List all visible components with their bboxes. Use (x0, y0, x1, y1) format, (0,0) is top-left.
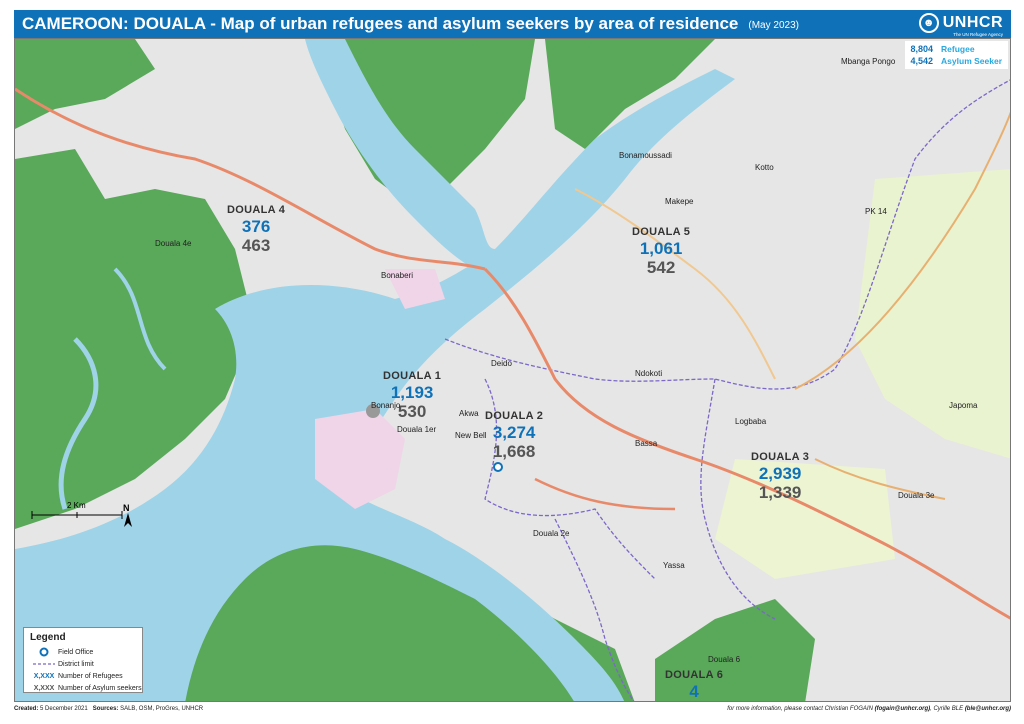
scale-bar: 2 Km (31, 501, 123, 519)
unhcr-logo: ☻ UNHCR The UN Refugee Agency (918, 13, 1003, 37)
place-akwa: Akwa (459, 409, 479, 418)
asylum-number-symbol: X,XXX (33, 684, 55, 692)
district-douala-5[interactable]: DOUALA 5 1,061 542 (632, 226, 691, 277)
place-bonanjo: Bonanjo (371, 401, 401, 410)
map-title: CAMEROON: DOUALA - Map of urban refugees… (22, 14, 739, 33)
place-bonaberi: Bonaberi (381, 271, 414, 280)
legend-item-field-office: Field Office (24, 646, 142, 658)
total-asylum-value: 4,542 (910, 56, 934, 66)
place-mbanga-pongo: Mbanga Pongo (841, 57, 896, 66)
place-douala-1er: Douala 1er (397, 425, 437, 434)
contact-prefix: for more information, please contact Chr… (727, 706, 873, 712)
district-name: DOUALA 6 (665, 669, 724, 681)
place-bonamoussadi: Bonamoussadi (619, 151, 672, 160)
north-arrow-shape (124, 513, 132, 527)
refugee-number-symbol: X,XXX (33, 672, 55, 680)
footer-credits: Created: 5 December 2021 Sources: SALB, … (14, 706, 203, 712)
district-refugees: 3,274 (492, 423, 536, 442)
sources-value: SALB, OSM, ProGres, UNHCR (120, 706, 204, 712)
district-refugees: 376 (241, 217, 271, 236)
legend-label: Number of Asylum seekers (58, 684, 142, 692)
district-name: DOUALA 5 (632, 226, 691, 238)
district-refugees: 1,061 (639, 239, 683, 258)
legend-item-refugees: X,XXX Number of Refugees (24, 670, 142, 682)
legend-item-asylum: X,XXX Number of Asylum seekers (24, 682, 142, 694)
district-douala-4[interactable]: DOUALA 4 376 463 (227, 204, 286, 255)
district-refugees: 2,939 (758, 464, 802, 483)
place-douala-4e: Douala 4e (155, 239, 192, 248)
scale-label: 2 Km (67, 501, 86, 510)
place-kotto: Kotto (755, 163, 774, 172)
district-asylum: 1,668 (492, 442, 536, 461)
district-douala-1[interactable]: DOUALA 1 1,193 530 (383, 370, 442, 421)
place-japoma: Japoma (949, 401, 978, 410)
legend-label: District limit (58, 660, 94, 668)
district-limit-legend-icon (30, 662, 58, 666)
place-ndokoti: Ndokoti (635, 369, 663, 378)
district-douala-6[interactable]: DOUALA 6 4 (665, 669, 724, 701)
map-header: CAMEROON: DOUALA - Map of urban refugees… (14, 10, 1011, 38)
legend: Legend Field Office District limit X,XXX… (23, 627, 143, 693)
district-douala-3[interactable]: DOUALA 3 2,939 1,339 (751, 451, 810, 502)
district-name: DOUALA 2 (485, 410, 544, 422)
field-office-icon[interactable] (493, 462, 503, 472)
north-label: N (123, 503, 130, 513)
total-refugees-label: Refugee (941, 44, 975, 54)
unhcr-tagline: The UN Refugee Agency (953, 32, 1003, 37)
district-douala-2[interactable]: DOUALA 2 3,274 1,668 (485, 410, 544, 461)
contact-email-1[interactable]: (fogain@unhcr.org) (875, 706, 931, 712)
district-asylum: 1,339 (758, 483, 802, 502)
field-office-legend-icon (30, 647, 58, 657)
place-logbaba: Logbaba (735, 417, 767, 426)
place-makepe: Makepe (665, 197, 694, 206)
place-yassa: Yassa (663, 561, 685, 570)
total-asylum-label: Asylum Seeker (941, 56, 1002, 66)
place-new-bell: New Bell (455, 431, 487, 440)
place-douala-6: Douala 6 (708, 655, 741, 664)
created-value: 5 December 2021 (40, 706, 88, 712)
legend-title: Legend (30, 632, 66, 643)
north-arrow-icon: N (123, 503, 133, 527)
unhcr-emblem-icon: ☻ (918, 13, 939, 33)
place-douala-3e: Douala 3e (898, 491, 935, 500)
legend-label: Number of Refugees (58, 672, 123, 680)
legend-item-district-limit: District limit (24, 658, 142, 670)
district-refugees: 4 (689, 682, 699, 701)
footer-contact: for more information, please contact Chr… (727, 706, 1011, 712)
legend-label: Field Office (58, 648, 94, 656)
district-name: DOUALA 4 (227, 204, 286, 216)
place-pk14: PK 14 (865, 207, 887, 216)
total-refugees-value: 8,804 (910, 44, 934, 54)
district-name: DOUALA 1 (383, 370, 442, 382)
totals-box: 8,804 Refugee 4,542 Asylum Seeker (904, 41, 1008, 69)
contact-mid: , Cyrille BLE (930, 706, 964, 712)
place-bassa: Bassa (635, 439, 658, 448)
sources-label: Sources: (92, 706, 119, 712)
created-label: Created: (14, 706, 39, 712)
district-name: DOUALA 3 (751, 451, 810, 463)
district-asylum: 542 (646, 258, 676, 277)
unhcr-wordmark: UNHCR (942, 14, 1003, 31)
map-canvas (15, 39, 1010, 701)
district-refugees: 1,193 (390, 383, 434, 402)
map-date: (May 2023) (748, 20, 799, 31)
scale-line (31, 511, 123, 519)
district-asylum: 463 (241, 236, 271, 255)
contact-email-2[interactable]: (ble@unhcr.org) (965, 706, 1011, 712)
place-douala-2e: Douala 2e (533, 529, 570, 538)
place-deido: Deido (491, 359, 512, 368)
map-area[interactable]: 8,804 Refugee 4,542 Asylum Seeker DOUALA… (14, 38, 1011, 702)
